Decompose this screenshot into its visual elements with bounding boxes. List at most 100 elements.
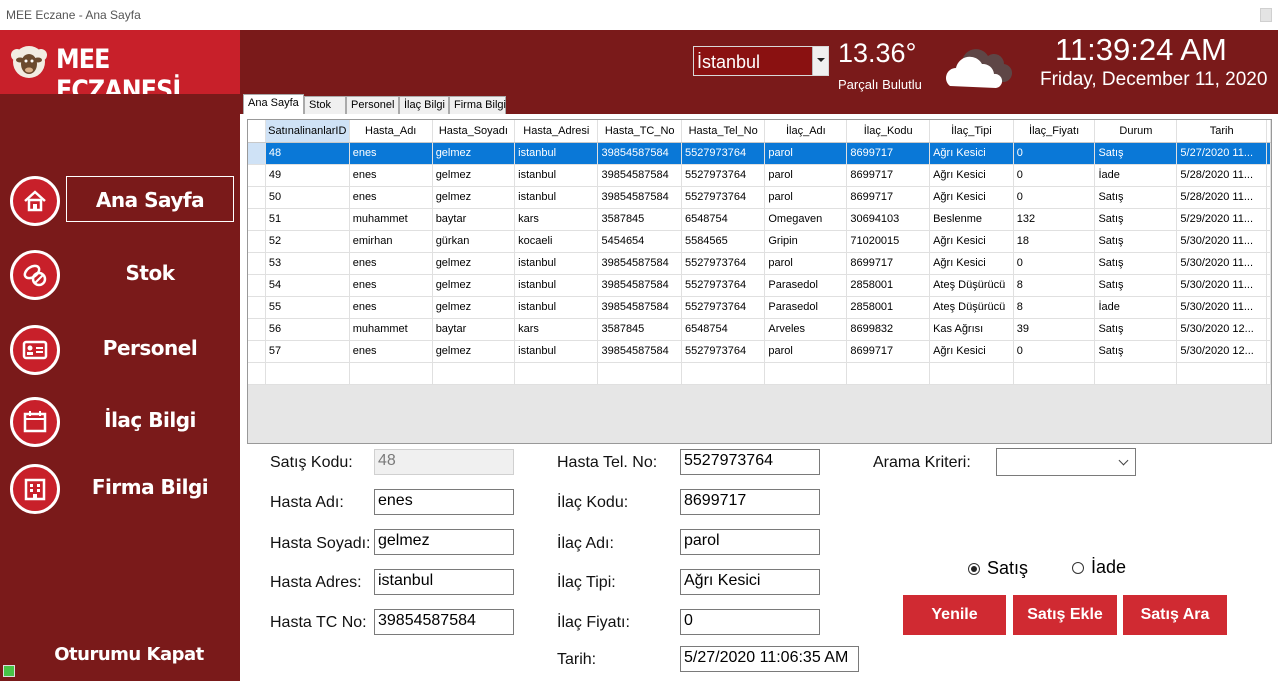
table-cell[interactable]: 30694103 (846, 208, 931, 231)
logout-button[interactable]: Oturumu Kapat (0, 644, 240, 665)
table-cell[interactable]: 39854587584 (597, 296, 682, 319)
tab-personel[interactable]: Personel (346, 96, 399, 114)
table-cell[interactable]: gelmez (432, 186, 516, 209)
table-cell[interactable]: enes (349, 296, 433, 319)
table-cell[interactable]: 6548754 (681, 318, 766, 341)
hasta-adi-field[interactable]: enes (374, 489, 514, 515)
table-cell[interactable]: 5527973764 (681, 186, 766, 209)
table-cell[interactable]: gelmez (432, 142, 516, 165)
table-cell[interactable]: gelmez (432, 274, 516, 297)
sidebar-item-stok[interactable]: Stok (0, 250, 240, 300)
row-header[interactable] (248, 340, 266, 363)
table-cell[interactable]: 39854587584 (597, 252, 682, 275)
table-cell[interactable]: Ağrı Kesici (929, 142, 1014, 165)
table-cell[interactable]: 5/30/2020 12... (1176, 318, 1267, 341)
table-row[interactable]: 54 enes gelmez istanbul 39854587584 552797376… (248, 274, 1271, 297)
table-cell[interactable]: Satış (1094, 186, 1178, 209)
table-cell[interactable]: 2858001 (846, 296, 931, 319)
table-cell[interactable]: 2858001 (846, 274, 931, 297)
table-cell[interactable]: baytar (432, 318, 516, 341)
table-row[interactable]: 57 enes gelmez istanbul 39854587584 552797376… (248, 340, 1271, 363)
hasta-soyadi-field[interactable]: gelmez (374, 529, 514, 555)
table-cell[interactable] (349, 362, 433, 385)
hasta-adres-field[interactable]: istanbul (374, 569, 514, 595)
column-header[interactable]: İlaç_Adı (764, 120, 848, 143)
table-cell[interactable]: 39854587584 (597, 142, 682, 165)
table-cell[interactable]: 52 (265, 230, 350, 253)
table-cell[interactable]: 5527973764 (681, 142, 766, 165)
table-cell[interactable]: 8699717 (846, 164, 931, 187)
table-cell[interactable]: Gripin (764, 230, 848, 253)
table-cell[interactable]: parol (764, 252, 848, 275)
table-cell[interactable]: enes (349, 274, 433, 297)
table-cell[interactable]: Ağrı Kesici (929, 230, 1014, 253)
table-cell[interactable]: parol (764, 164, 848, 187)
table-cell[interactable]: 71020015 (846, 230, 931, 253)
column-header[interactable]: SatınalinanlarID (265, 120, 350, 143)
table-row[interactable]: 55 enes gelmez istanbul 39854587584 552797376… (248, 296, 1271, 319)
table-cell[interactable] (1013, 362, 1096, 385)
table-cell[interactable]: gelmez (432, 164, 516, 187)
table-cell[interactable]: 0 (1013, 252, 1096, 275)
column-header[interactable]: İlaç_Fiyatı (1013, 120, 1096, 143)
row-header[interactable] (248, 274, 266, 297)
row-header[interactable] (248, 252, 266, 275)
table-row[interactable]: 56 muhammet baytar kars 3587845 6548754 Arvele… (248, 318, 1271, 341)
table-cell[interactable]: 39854587584 (597, 274, 682, 297)
table-cell[interactable]: muhammet (349, 318, 433, 341)
table-cell[interactable]: 8699717 (846, 142, 931, 165)
table-cell[interactable]: baytar (432, 208, 516, 231)
table-cell[interactable]: istanbul (514, 340, 599, 363)
sidebar-item-ilac-bilgi[interactable]: İlaç Bilgi (0, 397, 240, 447)
column-header[interactable]: Hasta_TC_No (597, 120, 682, 143)
table-cell[interactable]: Omegaven (764, 208, 848, 231)
table-cell[interactable]: 50 (265, 186, 350, 209)
table-cell[interactable]: gelmez (432, 296, 516, 319)
table-row[interactable]: 48 enes gelmez istanbul 39854587584 552797376… (248, 142, 1271, 165)
table-cell[interactable]: 8699717 (846, 340, 931, 363)
table-cell[interactable]: Satış (1094, 318, 1178, 341)
table-cell[interactable]: Satış (1094, 252, 1178, 275)
table-cell[interactable]: Satış (1094, 340, 1178, 363)
table-cell[interactable] (432, 362, 516, 385)
table-row[interactable]: 52 emirhan gürkan kocaeli 5454654 5584565 Grip… (248, 230, 1271, 253)
ilac-adi-field[interactable]: parol (680, 529, 820, 555)
column-header[interactable]: Hasta_Adresi (514, 120, 599, 143)
row-header[interactable] (248, 142, 266, 165)
sidebar-item-firma-bilgi[interactable]: Firma Bilgi (0, 464, 240, 514)
table-cell[interactable]: 5/30/2020 11... (1176, 230, 1267, 253)
table-cell[interactable] (1176, 362, 1267, 385)
table-cell[interactable]: 8 (1013, 274, 1096, 297)
table-cell[interactable]: 53 (265, 252, 350, 275)
table-cell[interactable] (597, 362, 682, 385)
table-cell[interactable]: Ateş Düşürücü (929, 274, 1014, 297)
table-cell[interactable]: Satış (1094, 274, 1178, 297)
table-row[interactable]: 53 enes gelmez istanbul 39854587584 552797376… (248, 252, 1271, 275)
ilac-tipi-field[interactable]: Ağrı Kesici (680, 569, 820, 595)
table-cell[interactable]: 8699717 (846, 252, 931, 275)
table-cell[interactable]: 39854587584 (597, 164, 682, 187)
row-header[interactable] (248, 318, 266, 341)
table-cell[interactable]: enes (349, 186, 433, 209)
table-cell[interactable] (1266, 362, 1271, 385)
table-cell[interactable]: Parasedol (764, 296, 848, 319)
table-cell[interactable]: kars (514, 208, 599, 231)
table-cell[interactable]: 5/30/2020 11... (1176, 296, 1267, 319)
table-cell[interactable]: 55 (265, 296, 350, 319)
column-header[interactable]: Tarih (1176, 120, 1267, 143)
table-cell[interactable]: 39854587584 (597, 340, 682, 363)
table-cell[interactable]: gelmez (432, 252, 516, 275)
table-cell[interactable]: enes (349, 252, 433, 275)
table-cell[interactable]: muhammet (349, 208, 433, 231)
table-cell[interactable]: 5/28/2020 11... (1176, 186, 1267, 209)
table-cell[interactable]: gelmez (432, 340, 516, 363)
table-cell[interactable]: 5/28/2020 11... (1176, 164, 1267, 187)
city-select[interactable]: İstanbul (693, 46, 829, 76)
table-cell[interactable]: kocaeli (514, 230, 599, 253)
row-header[interactable] (248, 186, 266, 209)
column-header[interactable]: İlaç_Tipi (929, 120, 1014, 143)
tab-stok[interactable]: Stok (304, 96, 346, 114)
tarih-field[interactable]: 5/27/2020 11:06:35 AM (680, 646, 859, 672)
satis-ara-button[interactable]: Satış Ara (1123, 595, 1227, 635)
table-cell[interactable] (846, 362, 931, 385)
